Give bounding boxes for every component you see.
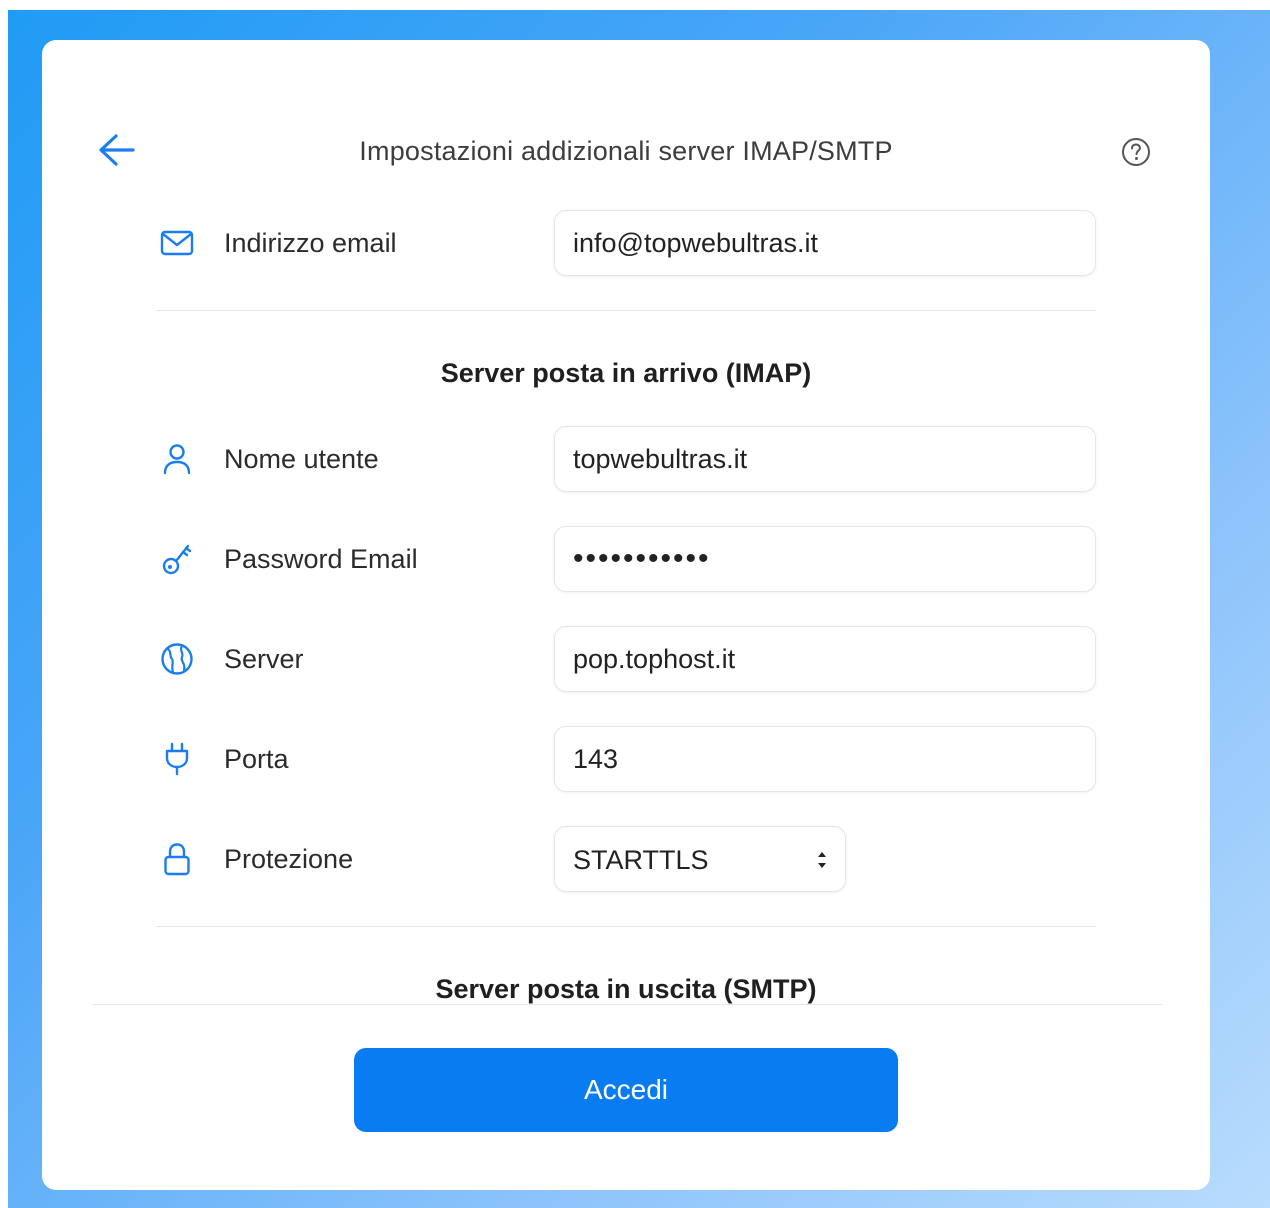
security-label: Protezione	[224, 844, 354, 874]
port-row: Porta	[156, 726, 1096, 792]
server-label: Server	[224, 644, 304, 674]
window-top-edge	[0, 0, 1270, 10]
security-select[interactable]: STARTTLS	[554, 826, 846, 892]
user-icon	[160, 442, 194, 476]
username-row: Nome utente	[156, 426, 1096, 492]
email-label: Indirizzo email	[224, 228, 397, 258]
server-field[interactable]	[554, 626, 1096, 692]
settings-card: Impostazioni addizionali server IMAP/SMT…	[42, 40, 1210, 1190]
username-label: Nome utente	[224, 444, 379, 474]
security-select-value: STARTTLS	[573, 845, 709, 875]
password-field[interactable]	[554, 526, 1096, 592]
key-icon	[160, 542, 194, 576]
plug-icon	[160, 742, 194, 776]
help-circle-icon	[1122, 138, 1150, 166]
footer-divider	[92, 1004, 1162, 1005]
lock-icon	[160, 842, 194, 876]
server-row: Server	[156, 626, 1096, 692]
settings-form[interactable]: Indirizzo email Server posta in arrivo (…	[42, 200, 1210, 1004]
username-field[interactable]	[554, 426, 1096, 492]
email-field[interactable]	[554, 210, 1096, 276]
security-row: Protezione STARTTLS	[156, 826, 1096, 892]
mail-icon	[160, 226, 194, 260]
login-button[interactable]: Accedi	[354, 1048, 898, 1132]
select-arrows-icon	[818, 852, 826, 868]
header: Impostazioni addizionali server IMAP/SMT…	[42, 128, 1210, 178]
port-field[interactable]	[554, 726, 1096, 792]
password-label: Password Email	[224, 544, 418, 574]
window-left-edge	[0, 0, 8, 1208]
smtp-section-title: Server posta in uscita (SMTP)	[435, 974, 817, 1004]
email-row: Indirizzo email	[156, 210, 1096, 276]
help-button[interactable]	[1118, 134, 1154, 170]
page-title: Impostazioni addizionali server IMAP/SMT…	[359, 136, 893, 166]
imap-section-title: Server posta in arrivo (IMAP)	[440, 358, 812, 388]
divider	[156, 926, 1096, 927]
port-label: Porta	[224, 744, 289, 774]
globe-icon	[160, 642, 194, 676]
divider	[156, 310, 1096, 311]
password-row: Password Email	[156, 526, 1096, 592]
